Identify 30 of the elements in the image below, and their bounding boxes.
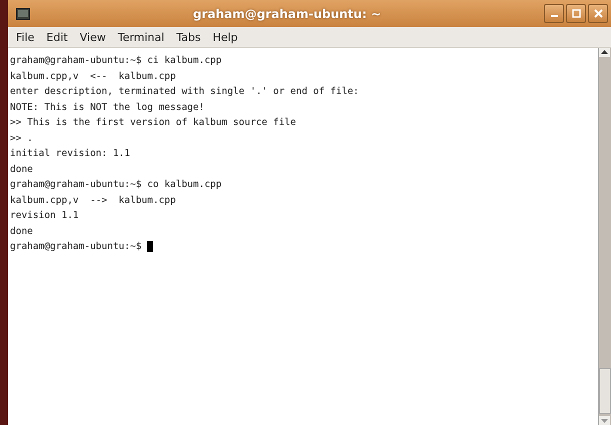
menu-item[interactable]: File bbox=[10, 28, 40, 46]
terminal-line: >> This is the first version of kalbum source file bbox=[10, 116, 297, 130]
scroll-up-icon[interactable] bbox=[599, 48, 610, 57]
menu-item[interactable]: Terminal bbox=[112, 28, 170, 46]
terminal-line: graham@graham-ubuntu:~$ co kalbum.cpp bbox=[10, 178, 223, 192]
minimize-button[interactable] bbox=[544, 4, 564, 23]
menu-item[interactable]: View bbox=[74, 28, 112, 46]
terminal-line: kalbum.cpp,v <-- kalbum.cpp bbox=[10, 70, 177, 84]
close-icon bbox=[594, 9, 602, 18]
terminal-icon bbox=[16, 8, 30, 20]
terminal-prompt: graham@graham-ubuntu:~$ bbox=[10, 240, 143, 254]
scrollbar-thumb[interactable] bbox=[599, 368, 611, 414]
terminal-line: >> . bbox=[10, 132, 34, 146]
menu-item[interactable]: Edit bbox=[40, 28, 74, 46]
terminal-line: done bbox=[10, 162, 34, 176]
terminal-line: done bbox=[10, 224, 34, 238]
maximize-button[interactable] bbox=[566, 4, 586, 23]
maximize-icon bbox=[572, 9, 580, 18]
terminal-cursor bbox=[147, 241, 154, 252]
terminal-line: initial revision: 1.1 bbox=[10, 147, 132, 161]
scrollbar[interactable] bbox=[598, 48, 611, 425]
terminal-line: NOTE: This is NOT the log message! bbox=[10, 100, 206, 114]
terminal-line: revision 1.1 bbox=[10, 209, 80, 223]
close-button[interactable] bbox=[588, 4, 608, 23]
terminal-line: kalbum.cpp,v --> kalbum.cpp bbox=[10, 194, 177, 208]
menu-item[interactable]: Tabs bbox=[170, 28, 207, 46]
terminal-line: graham@graham-ubuntu:~$ ci kalbum.cpp bbox=[10, 54, 223, 68]
terminal-line: enter description, terminated with single '.' or end of file: bbox=[10, 85, 360, 99]
window-title: graham@graham-ubuntu: ~ bbox=[192, 6, 382, 20]
menu-item[interactable]: Help bbox=[206, 28, 244, 46]
